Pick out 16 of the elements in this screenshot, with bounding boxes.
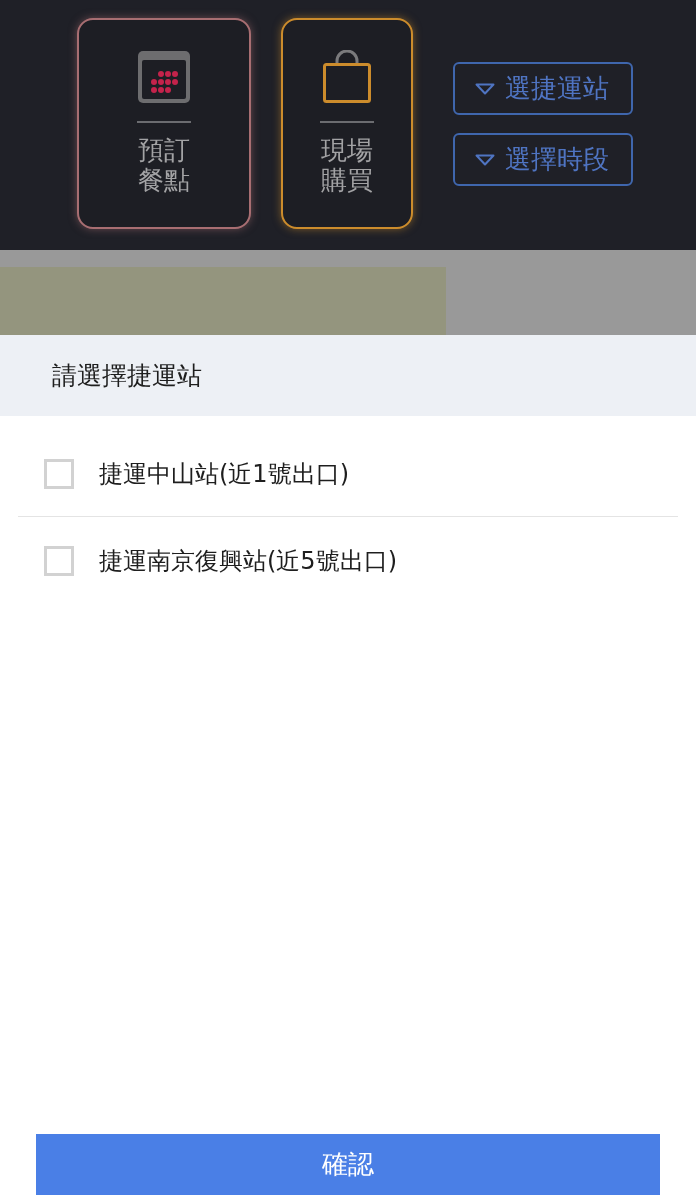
shopping-bag-icon xyxy=(320,50,374,104)
order-mode-card[interactable]: 現場 購買 xyxy=(281,18,413,229)
checkbox[interactable] xyxy=(44,459,74,489)
station-option-label[interactable]: 捷運中山站(近1號出口) xyxy=(99,458,349,490)
station-option-label[interactable]: 捷運南京復興站(近5號出口) xyxy=(99,545,397,577)
order-mode-label: 現場 購買 xyxy=(321,135,373,195)
caret-down-icon xyxy=(475,153,495,166)
calendar-icon xyxy=(137,50,191,104)
order-mode-label: 預訂 餐點 xyxy=(138,135,190,195)
caret-down-icon xyxy=(475,82,495,95)
confirm-button[interactable]: 確認 xyxy=(36,1134,660,1195)
sheet-title: 請選擇捷運站 xyxy=(52,360,202,392)
order-mode-card[interactable]: 預訂 餐點 xyxy=(77,18,251,229)
filter-dropdown[interactable]: 選擇時段 xyxy=(453,133,633,186)
checkbox[interactable] xyxy=(44,546,74,576)
filter-dropdown[interactable]: 選捷運站 xyxy=(453,62,633,115)
